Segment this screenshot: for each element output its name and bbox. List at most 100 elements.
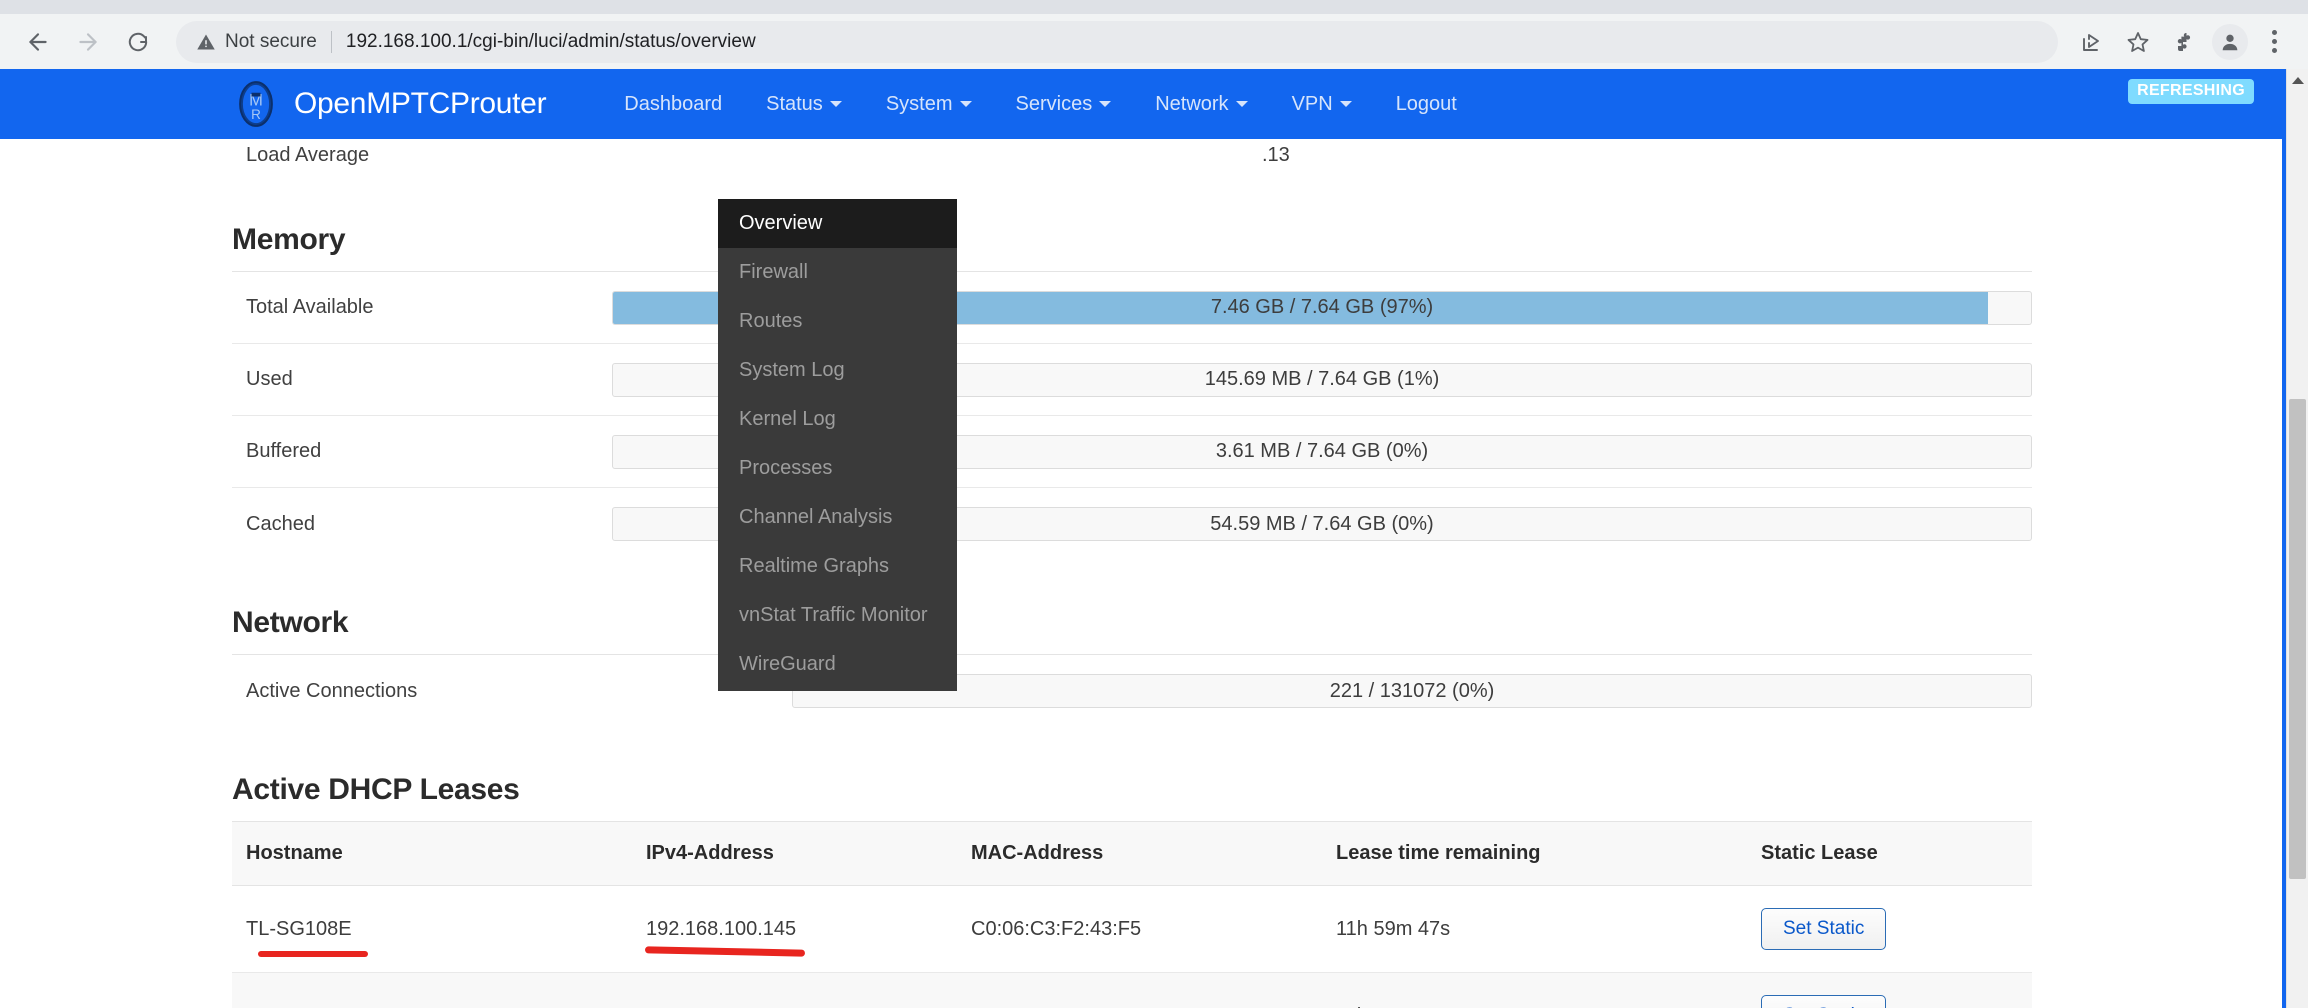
nav-label: VPN xyxy=(1291,93,1333,115)
load-average-value-wrap: .13 xyxy=(612,144,2032,167)
three-dot-menu-icon[interactable] xyxy=(2256,22,2292,62)
nav-label: Services xyxy=(1015,93,1093,115)
nav-label: Network xyxy=(1155,93,1229,115)
set-static-button[interactable]: Set Static xyxy=(1761,995,1887,1008)
cell-static-lease: Set Static xyxy=(1747,885,2032,973)
cell-hostname: TL-SG108E xyxy=(232,885,632,973)
nav-item-system[interactable]: System xyxy=(864,69,994,139)
scroll-up-arrow-icon[interactable] xyxy=(2287,69,2308,91)
address-bar[interactable]: Not secure 192.168.100.1/cgi-bin/luci/ad… xyxy=(176,20,2058,63)
progress-bar-active-connections: 221 / 131072 (0%) xyxy=(792,674,2032,708)
cell-hostname: DESKTOP-EDDUIL2 xyxy=(232,972,632,1008)
nav-item-network[interactable]: Network xyxy=(1133,69,1269,139)
reload-icon[interactable] xyxy=(116,20,160,64)
cell-ipv4: 192.168.100.145 xyxy=(632,885,957,973)
dropdown-item-kernel-log[interactable]: Kernel Log xyxy=(718,395,957,444)
memory-label: Used xyxy=(246,368,293,390)
nav-label: System xyxy=(885,93,953,115)
set-static-button[interactable]: Set Static xyxy=(1761,908,1887,950)
openmptcprouter-logo-icon: M R xyxy=(239,81,273,127)
share-icon[interactable] xyxy=(2072,22,2112,62)
nav-item-vpn[interactable]: VPN xyxy=(1270,69,1374,139)
nav-item-logout[interactable]: Logout xyxy=(1374,69,1479,139)
row-total-available: Total Available 7.46 GB / 7.64 GB (97%) xyxy=(232,272,2032,344)
status-badge-refreshing: REFRESHING xyxy=(2128,79,2254,104)
status-dropdown-menu: Overview Firewall Routes System Log Kern… xyxy=(718,199,957,691)
security-status-label: Not secure xyxy=(225,30,317,52)
table-row: TL-SG108E 192.168.100.145 C0:06:C3:F2:43… xyxy=(232,885,2032,973)
dropdown-item-system-log[interactable]: System Log xyxy=(718,346,957,395)
nav-label: Dashboard xyxy=(624,93,723,115)
nav-item-status[interactable]: Status xyxy=(744,69,864,139)
dropdown-item-processes[interactable]: Processes xyxy=(718,444,957,493)
nav-items: Dashboard Status System Services Network… xyxy=(602,69,1479,139)
network-label: Active Connections xyxy=(246,679,418,702)
chevron-down-icon xyxy=(829,101,842,107)
puzzle-piece-icon[interactable] xyxy=(2164,22,2204,62)
section-title-memory: Memory xyxy=(232,223,346,256)
column-header-mac: MAC-Address xyxy=(957,821,1322,886)
table-row: DESKTOP-EDDUIL2 192.168.100.177 18:C0:4D… xyxy=(232,972,2032,1008)
vertical-scrollbar[interactable] xyxy=(2286,69,2308,1008)
row-active-connections: Active Connections 221 / 131072 (0%) xyxy=(232,655,2032,727)
column-header-ipv4: IPv4-Address xyxy=(632,821,957,886)
svg-text:R: R xyxy=(251,107,261,122)
nav-label: Status xyxy=(766,93,823,115)
back-arrow-icon[interactable] xyxy=(16,20,60,64)
section-title-dhcp-leases: Active DHCP Leases xyxy=(232,773,520,806)
avatar xyxy=(2212,23,2248,60)
load-average-label: Load Average xyxy=(246,143,370,166)
nav-label: Logout xyxy=(1395,93,1457,115)
memory-label: Cached xyxy=(246,512,315,535)
nav-item-services[interactable]: Services xyxy=(994,69,1134,139)
url-text: 192.168.100.1/cgi-bin/luci/admin/status/… xyxy=(345,30,756,52)
dropdown-item-vnstat-traffic-monitor[interactable]: vnStat Traffic Monitor xyxy=(718,591,957,640)
not-secure-warning-icon xyxy=(196,32,216,52)
brand-name: OpenMPTCProuter xyxy=(294,87,547,120)
dropdown-item-channel-analysis[interactable]: Channel Analysis xyxy=(718,493,957,542)
dropdown-item-firewall[interactable]: Firewall xyxy=(718,248,957,297)
dropdown-item-routes[interactable]: Routes xyxy=(718,297,957,346)
column-header-lease-time: Lease time remaining xyxy=(1322,821,1747,886)
dropdown-item-realtime-graphs[interactable]: Realtime Graphs xyxy=(718,542,957,591)
load-average-value: .13 xyxy=(1262,143,1290,166)
scrollbar-thumb[interactable] xyxy=(2289,399,2306,879)
chevron-down-icon xyxy=(1099,101,1112,107)
table-header-row: Hostname IPv4-Address MAC-Address Lease … xyxy=(232,821,2032,886)
dhcp-leases-table: Hostname IPv4-Address MAC-Address Lease … xyxy=(232,821,2032,1008)
annotation-underline-hostname xyxy=(258,951,368,957)
brand[interactable]: M R OpenMPTCProuter xyxy=(232,80,547,128)
site-navbar: M R OpenMPTCProuter Dashboard Status Sys… xyxy=(0,69,2308,139)
cell-mac: 18:C0:4D:54:E2:6E xyxy=(957,972,1322,1008)
cell-mac: C0:06:C3:F2:43:F5 xyxy=(957,885,1322,973)
row-cached: Cached 54.59 MB / 7.64 GB (0%) xyxy=(232,488,2032,560)
nav-item-dashboard[interactable]: Dashboard xyxy=(602,69,744,139)
cell-static-lease: Set Static xyxy=(1747,972,2032,1008)
browser-tab-strip[interactable] xyxy=(0,0,2308,14)
profile-avatar-icon[interactable] xyxy=(2210,22,2250,62)
chevron-down-icon xyxy=(1235,101,1248,107)
row-used: Used 145.69 MB / 7.64 GB (1%) xyxy=(232,344,2032,416)
forward-arrow-icon[interactable] xyxy=(66,20,110,64)
cell-ipv4: 192.168.100.177 xyxy=(632,972,957,1008)
network-value-wrap: 221 / 131072 (0%) xyxy=(792,674,2032,708)
row-load-average: Load Average .13 xyxy=(232,133,2032,177)
column-header-static-lease: Static Lease xyxy=(1747,821,2032,886)
dropdown-item-overview[interactable]: Overview xyxy=(718,199,957,248)
dropdown-item-wireguard[interactable]: WireGuard xyxy=(718,640,957,689)
browser-toolbar: Not secure 192.168.100.1/cgi-bin/luci/ad… xyxy=(0,14,2308,69)
chevron-down-icon xyxy=(959,101,972,107)
page-viewport: M R OpenMPTCProuter Dashboard Status Sys… xyxy=(0,69,2308,1008)
page-content: Load Average .13 Memory Total Available … xyxy=(0,133,2308,1008)
cell-lease-time: 11h 59m 47s xyxy=(1322,885,1747,973)
cell-lease-time: 11h 59m 43s xyxy=(1322,972,1747,1008)
memory-label: Total Available xyxy=(246,296,374,318)
memory-label: Buffered xyxy=(246,440,322,462)
progress-label: 221 / 131072 (0%) xyxy=(1329,679,1495,702)
column-header-hostname: Hostname xyxy=(232,821,632,886)
omnibox-divider xyxy=(330,30,332,53)
row-buffered: Buffered 3.61 MB / 7.64 GB (0%) xyxy=(232,416,2032,488)
section-title-network: Network xyxy=(232,606,349,639)
star-icon[interactable] xyxy=(2118,22,2158,62)
chevron-down-icon xyxy=(1339,101,1352,107)
